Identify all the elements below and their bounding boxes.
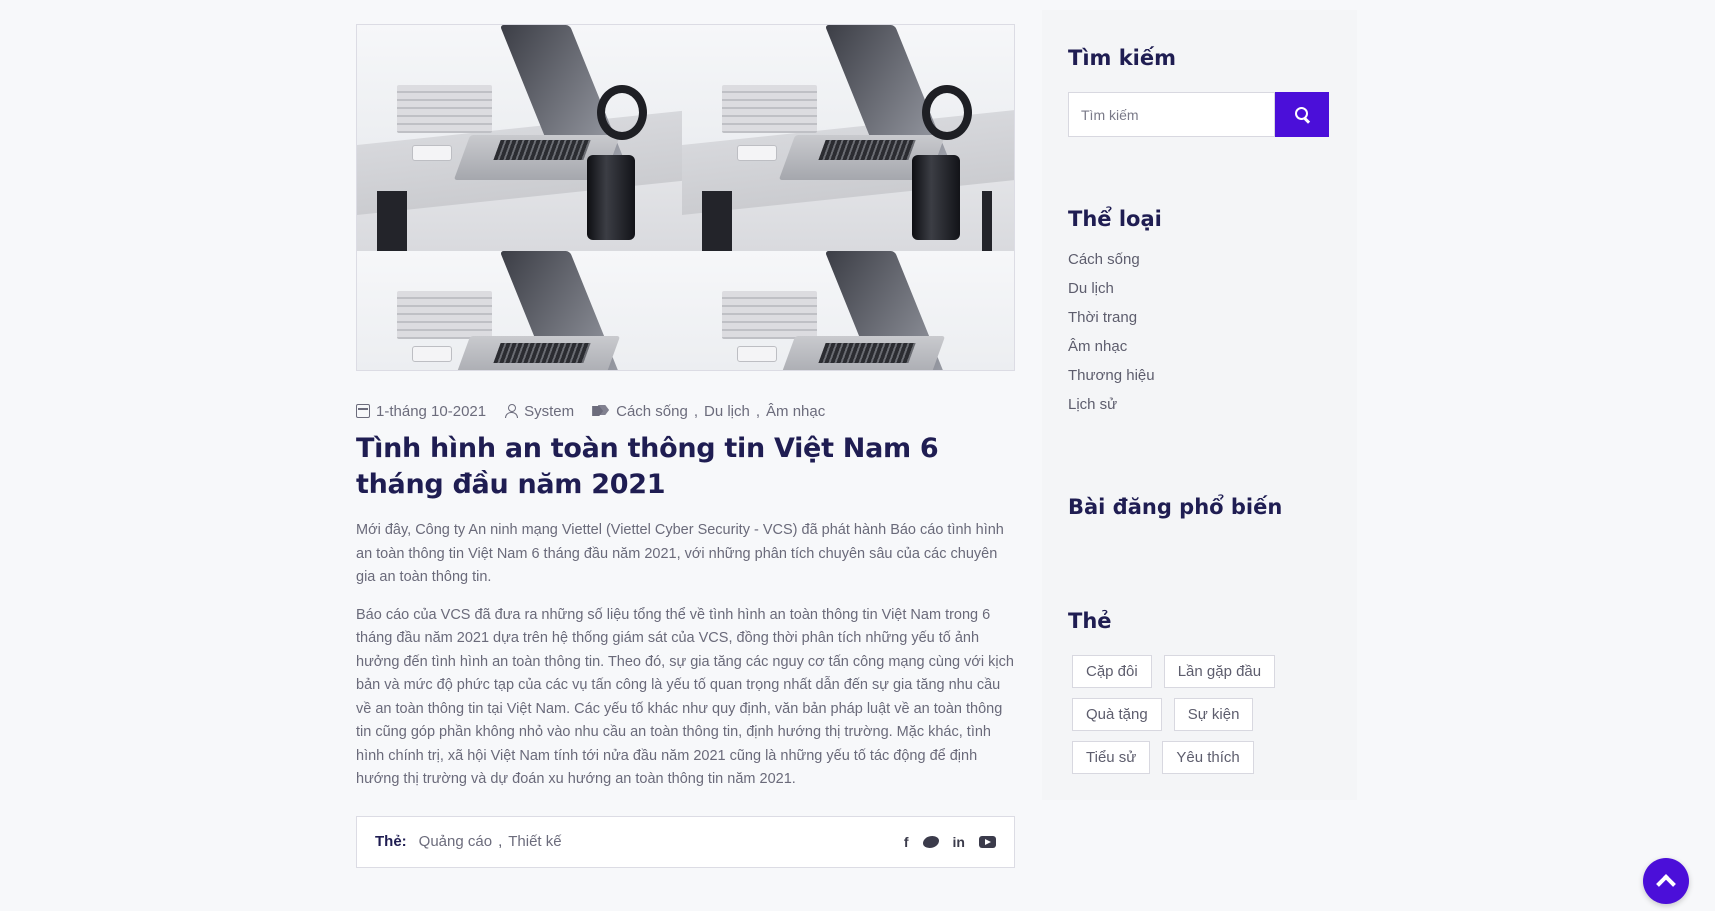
popular-posts-widget-title: Bài đăng phổ biến	[1068, 495, 1283, 519]
category-item[interactable]: Cách sống	[1068, 245, 1331, 274]
search-input[interactable]	[1068, 92, 1275, 137]
post-tags-label: Thẻ:	[375, 833, 407, 850]
post-category-link[interactable]: Cách sống	[616, 403, 688, 420]
post-tag-link[interactable]: Thiết kế	[508, 833, 561, 850]
post-featured-image[interactable]	[356, 24, 1015, 371]
tag-item[interactable]: Cặp đôi	[1072, 655, 1152, 688]
post-date: 1-tháng 10-2021	[356, 403, 486, 420]
post-tag-link[interactable]: Quảng cáo	[419, 833, 492, 850]
post-date-text: 1-tháng 10-2021	[376, 402, 487, 420]
scroll-to-top-button[interactable]	[1643, 858, 1689, 904]
post-author: System	[504, 403, 574, 420]
categories-widget: Thể loại Cách sống Du lịch Thời trang Âm…	[1042, 163, 1357, 445]
category-item[interactable]: Lịch sử	[1068, 390, 1331, 419]
social-links: f in	[904, 834, 996, 850]
tag-item[interactable]: Tiểu sử	[1072, 741, 1151, 774]
facebook-icon[interactable]: f	[904, 834, 909, 850]
tags-widget-title: Thẻ	[1068, 609, 1112, 633]
linkedin-icon[interactable]: in	[953, 834, 965, 850]
post-category-link[interactable]: Âm nhạc	[766, 403, 825, 420]
image-tile	[357, 251, 682, 370]
tags-widget: Thẻ Cặp đôi Lần gặp đầu Quà tặng Sự kiện…	[1042, 585, 1357, 800]
post-paragraph: Báo cáo của VCS đã đưa ra những số liệu …	[356, 606, 1014, 788]
post-footer-bar: Thẻ: Quảng cáo , Thiết kế f in	[356, 815, 1015, 868]
search-form	[1068, 92, 1331, 137]
popular-posts-widget: Bài đăng phổ biến	[1042, 445, 1357, 585]
tag-item[interactable]: Quà tặng	[1072, 698, 1162, 731]
post-main: 1-tháng 10-2021 System Cách sống , Du lị…	[356, 24, 1015, 868]
tag-item[interactable]: Yêu thích	[1162, 741, 1254, 774]
category-item[interactable]: Thời trang	[1068, 303, 1331, 332]
tags-icon	[592, 404, 610, 418]
tag-item[interactable]: Lần gặp đầu	[1163, 655, 1276, 688]
search-widget: Tìm kiếm	[1042, 10, 1357, 163]
search-button[interactable]	[1275, 92, 1329, 137]
image-tile	[357, 25, 682, 251]
search-widget-title: Tìm kiếm	[1068, 46, 1177, 70]
post-author-text[interactable]: System	[524, 403, 574, 420]
tag-item[interactable]: Sự kiện	[1173, 698, 1254, 731]
separator: ,	[755, 402, 761, 420]
category-item[interactable]: Âm nhạc	[1068, 332, 1331, 361]
youtube-icon[interactable]	[979, 835, 996, 848]
category-item[interactable]: Thương hiệu	[1068, 361, 1331, 390]
separator: ,	[693, 402, 698, 420]
post-categories: Cách sống , Du lịch , Âm nhạc	[592, 403, 825, 420]
chevron-up-icon	[1656, 874, 1676, 894]
separator: ,	[498, 833, 503, 850]
category-item[interactable]: Du lịch	[1068, 274, 1331, 303]
tag-cloud: Cặp đôi Lần gặp đầu Quà tặng Sự kiện Tiể…	[1068, 655, 1298, 774]
post-title: Tình hình an toàn thông tin Việt Nam 6 t…	[356, 433, 939, 500]
twitter-icon[interactable]	[922, 835, 939, 848]
search-icon	[1294, 107, 1310, 122]
calendar-icon	[356, 404, 370, 418]
category-list: Cách sống Du lịch Thời trang Âm nhạc Thư…	[1068, 245, 1331, 419]
image-tile	[682, 25, 1014, 251]
sidebar: Tìm kiếm Thể loại Cách sống Du lịch Thời…	[1042, 10, 1357, 800]
post-paragraph: Mới đây, Công ty An ninh mạng Viettel (V…	[356, 522, 1004, 585]
post-meta: 1-tháng 10-2021 System Cách sống , Du lị…	[356, 401, 1015, 421]
image-tile	[682, 251, 1014, 370]
user-icon	[504, 404, 519, 418]
post-category-link[interactable]: Du lịch	[704, 403, 750, 420]
categories-widget-title: Thể loại	[1068, 207, 1162, 231]
